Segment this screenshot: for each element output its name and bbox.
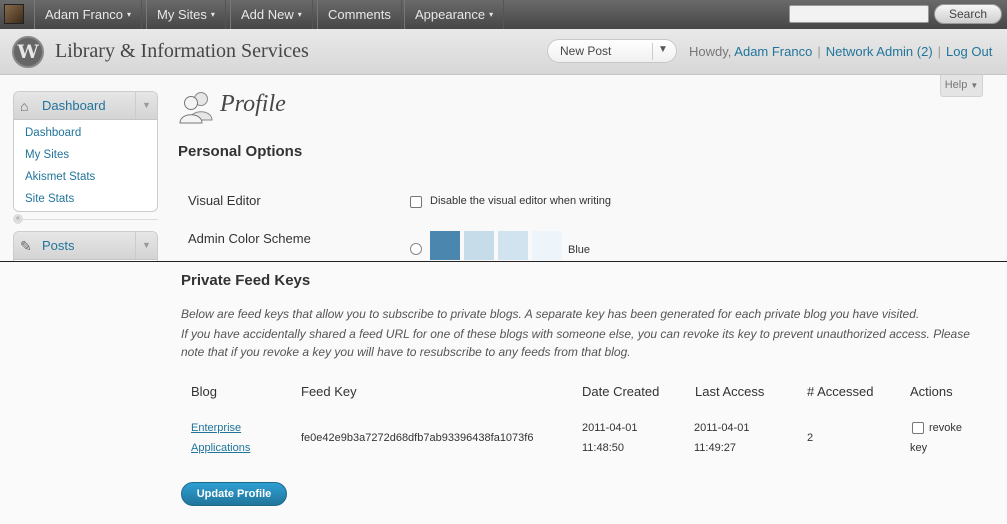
wordpress-logo-icon: W: [12, 36, 44, 68]
separator: |: [937, 44, 942, 59]
adminbar-add-new[interactable]: Add New ▾: [230, 0, 313, 29]
sidebar-item-dashboard[interactable]: ⌂ Dashboard ▼: [14, 92, 157, 120]
color-swatch: [532, 231, 562, 260]
adminbar-appearance-label: Appearance: [415, 7, 486, 22]
feed-keys-warning: If you have accidentally shared a feed U…: [181, 327, 970, 359]
column-header-accessed: # Accessed: [807, 384, 874, 399]
sidebar-subitem-my-sites[interactable]: My Sites: [14, 144, 157, 166]
personal-options-heading: Personal Options: [178, 143, 303, 160]
sidebar-item-label: Dashboard: [42, 98, 106, 113]
chevron-down-icon: ▾: [489, 10, 494, 19]
adminbar-appearance[interactable]: Appearance ▾: [404, 0, 505, 29]
date-created-value: 2011-04-01 11:48:50: [582, 418, 637, 458]
color-scheme-radio-blue[interactable]: [410, 243, 422, 255]
date-created-time: 11:48:50: [582, 442, 625, 454]
date-created-date: 2011-04-01: [582, 422, 638, 434]
feed-keys-description: Below are feed keys that allow you to su…: [181, 307, 920, 321]
visual-editor-label: Visual Editor: [188, 193, 261, 208]
site-title[interactable]: Library & Information Services: [55, 40, 309, 63]
chevron-down-icon: ▼: [970, 81, 979, 90]
dropdown-separator: [652, 43, 653, 60]
adminbar-user-label: Adam Franco: [45, 7, 124, 22]
page-title: Profile: [220, 91, 286, 117]
color-swatch: [498, 231, 528, 260]
help-tab-label: Help: [944, 79, 968, 91]
last-access-value: 2011-04-01 11:49:27: [694, 418, 749, 458]
sidebar-submenu: Dashboard My Sites Akismet Stats Site St…: [14, 120, 157, 211]
sidebar-subitem-site-stats[interactable]: Site Stats: [14, 188, 157, 210]
chevron-down-icon[interactable]: ▼: [135, 232, 157, 259]
adminbar-my-sites-label: My Sites: [157, 7, 207, 22]
adminbar-comments[interactable]: Comments: [317, 0, 402, 29]
user-profile-link[interactable]: Adam Franco: [734, 44, 812, 59]
chevron-down-icon: ▾: [127, 10, 132, 19]
new-post-label[interactable]: New Post: [560, 44, 611, 58]
revoke-key-label-line-2[interactable]: key: [910, 438, 927, 458]
menu-divider: [13, 219, 158, 220]
blog-link-line-2[interactable]: Applications: [191, 442, 250, 454]
pushpin-icon: ✎: [20, 238, 32, 254]
admin-bar: Adam Franco ▾ My Sites ▾ Add New ▾ Comments…: [0, 0, 1007, 29]
howdy-prefix: Howdy,: [689, 44, 732, 59]
adminbar-my-sites[interactable]: My Sites ▾: [146, 0, 226, 29]
adminbar-user-menu[interactable]: Adam Franco ▾: [34, 0, 143, 29]
adminbar-add-new-label: Add New: [241, 7, 294, 22]
sidebar-subitem-dashboard[interactable]: Dashboard: [14, 122, 157, 144]
adminbar-search-button[interactable]: Search: [934, 4, 1002, 24]
blog-link[interactable]: Enterprise Applications: [191, 418, 250, 458]
new-post-dropdown[interactable]: New Post ▼: [547, 39, 677, 63]
chevron-down-icon: ▾: [210, 10, 215, 19]
revoke-key-checkbox[interactable]: [912, 422, 924, 434]
separator: |: [817, 44, 821, 59]
sidebar-item-label: Posts: [42, 238, 75, 253]
network-admin-link[interactable]: Network Admin (2): [826, 44, 933, 59]
home-icon: ⌂: [20, 98, 29, 114]
color-swatch: [464, 231, 494, 260]
color-swatch: [430, 231, 460, 260]
help-tab[interactable]: Help ▼: [940, 75, 983, 97]
private-feed-keys-heading: Private Feed Keys: [181, 272, 311, 289]
column-header-date-created: Date Created: [582, 384, 660, 399]
sidebar-menu-dashboard: ⌂ Dashboard ▼ Dashboard My Sites Akismet…: [13, 91, 158, 212]
user-greeting: Howdy, Adam Franco | Network Admin (2) | Log…: [689, 44, 992, 59]
collapse-menu-icon[interactable]: «: [13, 214, 23, 224]
accessed-count: 2: [807, 432, 814, 444]
visual-editor-option-label[interactable]: Disable the visual editor when writing: [430, 195, 611, 207]
column-header-feed-key: Feed Key: [301, 384, 357, 399]
user-avatar[interactable]: [4, 4, 24, 24]
visual-editor-checkbox[interactable]: [410, 196, 422, 208]
update-profile-button[interactable]: Update Profile: [181, 482, 287, 506]
revoke-key-label-line-1[interactable]: revoke: [929, 418, 962, 438]
chevron-down-icon: ▾: [297, 10, 302, 19]
feed-key-value: fe0e42e9b3a7272d68dfb7ab93396438fa1073f6: [301, 432, 534, 444]
chevron-down-icon[interactable]: ▼: [658, 44, 668, 55]
column-header-blog: Blog: [191, 384, 218, 399]
chevron-down-icon[interactable]: ▼: [135, 92, 157, 119]
last-access-date: 2011-04-01: [694, 422, 750, 434]
color-scheme-name: Blue: [568, 244, 591, 256]
last-access-time: 11:49:27: [694, 442, 737, 454]
column-header-last-access: Last Access: [695, 384, 765, 399]
sidebar-menu-posts: ✎ Posts ▼: [13, 231, 158, 262]
log-out-link[interactable]: Log Out: [946, 44, 992, 59]
adminbar-comments-label: Comments: [328, 7, 391, 22]
column-header-actions: Actions: [910, 384, 953, 399]
adminbar-search-input[interactable]: [789, 5, 929, 23]
color-scheme-label: Admin Color Scheme: [188, 231, 311, 246]
blog-link-line-1[interactable]: Enterprise: [191, 422, 241, 434]
sidebar-item-posts[interactable]: ✎ Posts ▼: [14, 232, 157, 260]
users-icon: [179, 92, 213, 124]
site-header: W Library & Information Services New Pos…: [0, 29, 1007, 75]
sidebar-subitem-akismet-stats[interactable]: Akismet Stats: [14, 166, 157, 188]
